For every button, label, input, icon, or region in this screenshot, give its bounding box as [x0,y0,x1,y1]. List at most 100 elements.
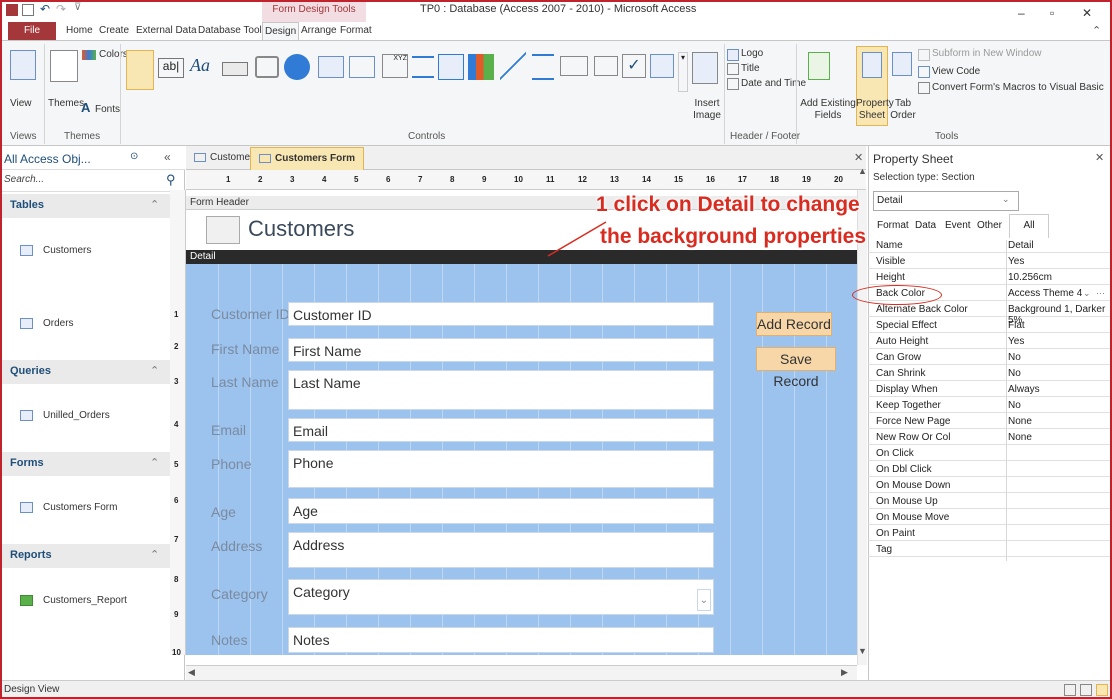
line-control-icon[interactable] [500,52,526,80]
toggle-button-icon[interactable] [532,54,554,80]
chevron-up-icon[interactable]: ⌃ [150,364,159,377]
colors-icon[interactable] [82,50,96,60]
chevron-down-icon[interactable]: ⌄ [697,589,711,611]
nav-section-queries[interactable]: Queries ⌃ [0,360,185,384]
prop-row[interactable]: Name Detail [868,240,1112,253]
collapse-ribbon-icon[interactable]: ⌃ [1092,24,1101,37]
form-logo-icon[interactable] [206,216,240,244]
close-icon[interactable]: ✕ [1095,151,1104,164]
restore-icon[interactable]: ▫ [1050,6,1054,20]
prop-row[interactable]: On Paint [868,528,1112,541]
add-record-button[interactable]: Add Record [756,312,832,336]
nav-collapse-icon[interactable]: « [164,150,171,164]
form-title[interactable]: Customers [248,216,358,244]
tab-order-label[interactable]: Tab Order [889,98,917,122]
nav-section-forms[interactable]: Forms ⌃ [0,452,185,476]
prop-value[interactable]: None [1008,416,1032,427]
email-label[interactable]: Email [211,422,246,438]
save-icon[interactable] [22,4,34,16]
prop-row[interactable]: On Mouse Down [868,480,1112,493]
prop-row[interactable]: Height 10.256cm [868,272,1112,285]
selection-dropdown[interactable]: Detail ⌄ [873,191,1019,211]
add-existing-fields-icon[interactable] [808,52,830,80]
scroll-right-icon[interactable]: ▶ [841,667,848,678]
nav-header[interactable]: All Access Obj... ⊙ « [0,146,185,170]
page-break-icon[interactable] [412,56,434,78]
address-field[interactable]: Address [288,532,714,568]
prop-value[interactable]: No [1008,352,1021,363]
tab-format[interactable]: Format [340,25,372,36]
tab-arrange[interactable]: Arrange [301,25,337,36]
prop-value[interactable]: Detail [1008,240,1034,251]
search-icon[interactable]: ⚲ [166,172,176,188]
chevron-down-icon[interactable]: ⌄ [1083,288,1091,299]
age-field[interactable]: Age [288,498,714,524]
prop-value[interactable]: Yes [1008,256,1024,267]
combo-box-icon[interactable] [438,54,464,80]
nav-search-input[interactable]: Search... [4,174,44,185]
prop-value[interactable]: No [1008,368,1021,379]
tab-external-data[interactable]: External Data [136,25,197,36]
nav-search-box[interactable]: Search... ⚲ [0,170,185,192]
chevron-up-icon[interactable]: ⌃ [150,198,159,211]
nav-section-tables[interactable]: Tables ⌃ [0,194,185,218]
layout-view-icon[interactable] [1080,684,1092,696]
minimize-icon[interactable]: – [1018,6,1025,20]
view-code-icon[interactable] [918,66,930,78]
prop-row[interactable]: Force New Page None [868,416,1112,429]
subform-window-label[interactable]: Subform in New Window [932,48,1041,59]
last-name-label[interactable]: Last Name [211,374,279,390]
label-control-icon[interactable]: Aa [190,55,210,76]
prop-row[interactable]: Can Shrink No [868,368,1112,381]
builder-icon[interactable]: ··· [1096,288,1105,298]
prop-row[interactable]: Alternate Back Color Background 1, Darker… [868,304,1112,326]
nav-item-customers[interactable]: Customers [20,245,91,256]
phone-label[interactable]: Phone [211,456,251,472]
textbox-control-icon[interactable]: ab| [158,58,184,78]
select-pointer-icon[interactable] [126,50,154,90]
tab-database-tools[interactable]: Database Tools [198,25,267,36]
notes-field[interactable]: Notes [288,627,714,653]
tab-file[interactable]: File [8,22,56,40]
nav-item-customers-report[interactable]: Customers_Report [20,595,127,606]
customer-id-label[interactable]: Customer ID [211,306,290,322]
attachment-control-icon[interactable] [650,54,674,78]
view-label[interactable]: View [10,98,32,109]
first-name-field[interactable]: First Name [288,338,714,362]
nav-item-unilled-orders[interactable]: Unilled_Orders [20,410,110,421]
prop-value[interactable]: 10.256cm [1008,272,1052,283]
tab-home[interactable]: Home [66,25,93,36]
nav-header-title[interactable]: All Access Obj... [4,152,91,166]
prop-row[interactable]: On Mouse Up [868,496,1112,509]
insert-image-label[interactable]: Insert Image [690,98,724,122]
option-group-icon[interactable]: XYZ [382,54,408,78]
prop-row[interactable]: On Click [868,448,1112,461]
tab-create[interactable]: Create [99,25,129,36]
prop-row[interactable]: Can Grow No [868,352,1112,365]
subform-window-icon[interactable] [918,49,930,61]
prop-row[interactable]: On Mouse Move [868,512,1112,525]
insert-image-icon[interactable] [692,52,718,84]
checkbox-control-icon[interactable]: ✓ [622,54,646,78]
prop-row[interactable]: Keep Together No [868,400,1112,413]
prop-row[interactable]: New Row Or Col None [868,432,1112,445]
hyperlink-icon[interactable] [284,54,310,80]
design-view-icon[interactable] [1096,684,1108,696]
button-control-icon[interactable] [222,62,248,76]
scroll-left-icon[interactable]: ◀ [188,667,195,678]
form-design-surface[interactable]: Form Header Customers Detail Customer ID… [186,190,857,655]
prop-value[interactable]: Always [1008,384,1040,395]
notes-label[interactable]: Notes [211,632,248,648]
view-icon[interactable] [10,50,36,80]
convert-macros-label[interactable]: Convert Form's Macros to Visual Basic [932,82,1104,93]
save-record-button[interactable]: Save Record [756,347,836,389]
nav-dropdown-icon[interactable]: ⊙ [130,151,138,162]
title-label[interactable]: Title [741,63,760,74]
date-time-icon[interactable] [727,78,739,90]
tab-format[interactable]: Format [877,220,909,231]
scroll-up-icon[interactable]: ▲ [858,166,867,176]
tab-order-icon[interactable] [892,52,912,76]
themes-label[interactable]: Themes [48,98,84,109]
prop-row[interactable]: Tag [868,544,1112,557]
detail-section[interactable]: Customer ID Customer ID First Name First… [186,264,857,655]
